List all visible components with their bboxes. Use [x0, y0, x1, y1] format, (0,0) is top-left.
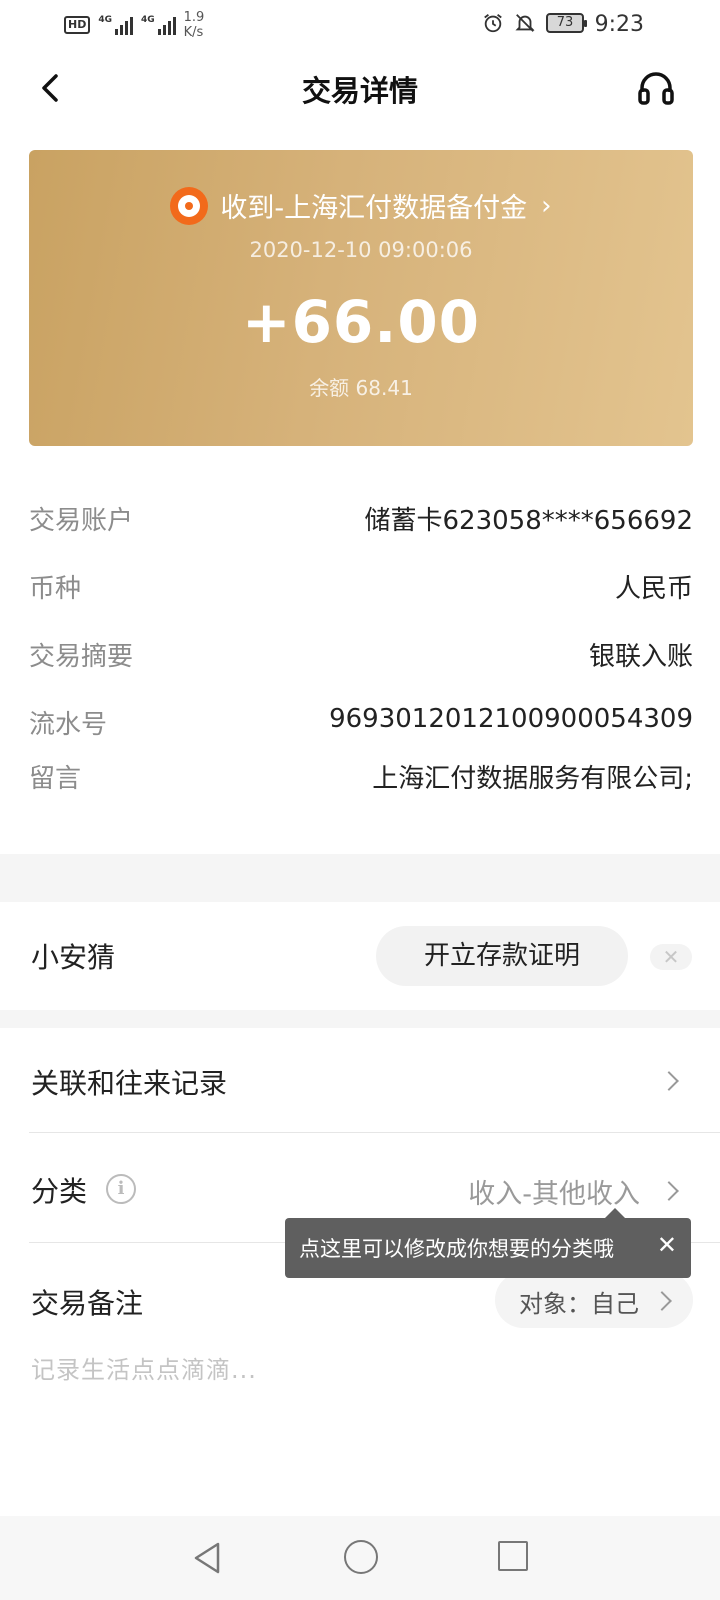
- detail-value: 969301201210090005430​9: [329, 704, 693, 734]
- account-balance: 余额 68.41: [309, 376, 413, 400]
- chevron-right-icon: ›: [541, 190, 552, 221]
- section-gap: [0, 854, 720, 902]
- detail-row-serial: 流水号 969301201210090005430​9: [29, 704, 693, 744]
- detail-label: 流水号: [29, 710, 108, 740]
- detail-label: 币种: [29, 574, 82, 604]
- divider: [29, 1132, 720, 1133]
- close-icon[interactable]: ✕: [650, 944, 692, 970]
- close-icon[interactable]: ✕: [657, 1231, 677, 1259]
- status-bar: HD 4G 4G 1.9 K/s 73 9:23: [0, 0, 720, 52]
- sim2-network-label: 4G: [141, 15, 155, 25]
- network-speed: 1.9 K/s: [184, 10, 205, 40]
- detail-row-message: 留言 上海汇付数据服务有限公司;: [29, 758, 693, 798]
- sim1-signal-icon: 4G: [98, 15, 133, 35]
- note-input[interactable]: 记录生活点点滴滴...: [31, 1350, 257, 1385]
- detail-value: 银联入账: [588, 642, 693, 672]
- related-records-label: 关联和往来记录: [31, 1067, 228, 1100]
- sim1-network-label: 4G: [98, 15, 112, 25]
- merchant-link[interactable]: 收到-上海汇付数据备付金 ›: [29, 186, 693, 225]
- object-text: 对象：自己: [519, 1290, 639, 1318]
- section-gap: [0, 1010, 720, 1028]
- detail-label: 留言: [29, 764, 82, 794]
- detail-value: 上海汇付数据服务有限公司;: [372, 764, 693, 794]
- status-time: 9:23: [594, 12, 644, 37]
- chevron-right-icon: [659, 1181, 679, 1201]
- note-label: 交易备注: [31, 1287, 144, 1320]
- chevron-right-icon: [652, 1291, 672, 1311]
- page-title: 交易详情: [301, 74, 418, 108]
- transaction-card: 收到-上海汇付数据备付金 › 2020-12-10 09:00:06 +66.0…: [29, 150, 693, 446]
- merchant-name: 收到-上海汇付数据备付金: [220, 193, 528, 224]
- deposit-certificate-button[interactable]: 开立存款证明: [376, 926, 628, 986]
- system-nav-bar: [0, 1516, 720, 1600]
- merchant-logo-icon: [170, 186, 209, 225]
- guess-row: 小安猜 开立存款证明 ✕: [0, 902, 720, 1010]
- tooltip-text: 点这里可以修改成你想要的分类哦: [299, 1237, 614, 1261]
- square-recents-icon[interactable]: [498, 1541, 528, 1571]
- detail-row-summary: 交易摘要 银联入账: [29, 636, 693, 676]
- nav-bar: 交易详情: [0, 60, 720, 124]
- sim2-signal-icon: 4G: [141, 15, 176, 35]
- battery-icon: 73: [546, 13, 587, 33]
- bell-muted-icon: [515, 14, 535, 32]
- detail-value: 人民币: [614, 574, 693, 604]
- chevron-right-icon: [659, 1071, 679, 1091]
- detail-label: 交易摘要: [29, 642, 134, 672]
- category-tooltip: 点这里可以修改成你想要的分类哦 ✕: [285, 1208, 691, 1278]
- triangle-back-icon[interactable]: [190, 1540, 226, 1576]
- object-selector[interactable]: 对象：自己: [495, 1272, 693, 1328]
- transaction-time: 2020-12-10 09:00:06: [249, 238, 473, 262]
- info-icon[interactable]: i: [106, 1174, 136, 1204]
- category-value[interactable]: 收入-其他收入: [468, 1172, 640, 1211]
- network-speed-value: 1.9: [183, 10, 205, 25]
- detail-row-currency: 币种 人民币: [29, 568, 693, 608]
- circle-home-icon[interactable]: [344, 1540, 378, 1574]
- detail-row-account: 交易账户 储蓄卡623058****656692: [29, 500, 693, 540]
- network-speed-unit: K/s: [183, 25, 204, 40]
- status-left: HD 4G 4G 1.9 K/s: [64, 10, 204, 40]
- headset-icon[interactable]: [636, 68, 676, 108]
- guess-label: 小安猜: [31, 941, 116, 974]
- hd-badge: HD: [64, 16, 91, 34]
- status-right: 73: [482, 12, 587, 34]
- related-records-row[interactable]: 关联和往来记录: [0, 1028, 720, 1132]
- category-label: 分类: [31, 1175, 88, 1208]
- detail-label: 交易账户: [29, 506, 134, 536]
- alarm-icon: [484, 14, 502, 33]
- transaction-amount: +66.00: [241, 288, 481, 356]
- detail-value: 储蓄卡623058****656692: [364, 506, 693, 536]
